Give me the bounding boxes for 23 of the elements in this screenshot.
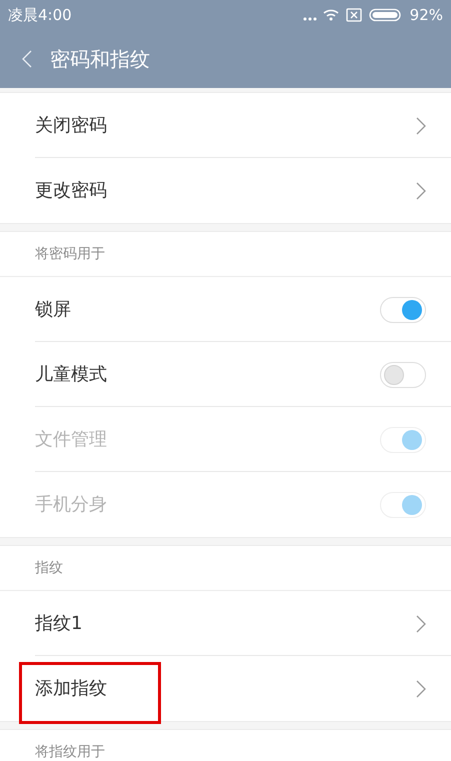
no-sim-icon xyxy=(346,8,362,22)
chevron-right-icon xyxy=(416,680,426,698)
setting-label[interactable]: 锁屏 xyxy=(35,296,380,323)
setting-label[interactable]: 指纹1 xyxy=(35,610,416,637)
setting-label[interactable]: 添加指纹 xyxy=(35,675,416,702)
chevron-right-icon xyxy=(416,614,426,632)
battery-percent: 92% xyxy=(410,4,443,26)
chevron-right-icon xyxy=(416,116,426,134)
setting-label[interactable]: 关闭密码 xyxy=(35,112,416,139)
section-header: 将密码用于 xyxy=(35,244,105,264)
battery-icon xyxy=(369,8,400,22)
chevron-right-icon xyxy=(416,182,426,200)
setting-label[interactable]: 更改密码 xyxy=(35,177,416,204)
back-icon xyxy=(22,50,32,68)
toggle-switch[interactable] xyxy=(380,296,426,322)
more-icon xyxy=(303,18,316,20)
setting-label[interactable]: 儿童模式 xyxy=(35,361,380,388)
wifi-icon xyxy=(322,10,338,20)
toggle-switch[interactable] xyxy=(380,362,426,388)
section-header: 指纹 xyxy=(35,558,63,578)
page-title: 密码和指纹 xyxy=(50,46,150,73)
status-time: 凌晨4:00 xyxy=(8,4,73,26)
section-header: 将指纹用于 xyxy=(35,742,105,761)
